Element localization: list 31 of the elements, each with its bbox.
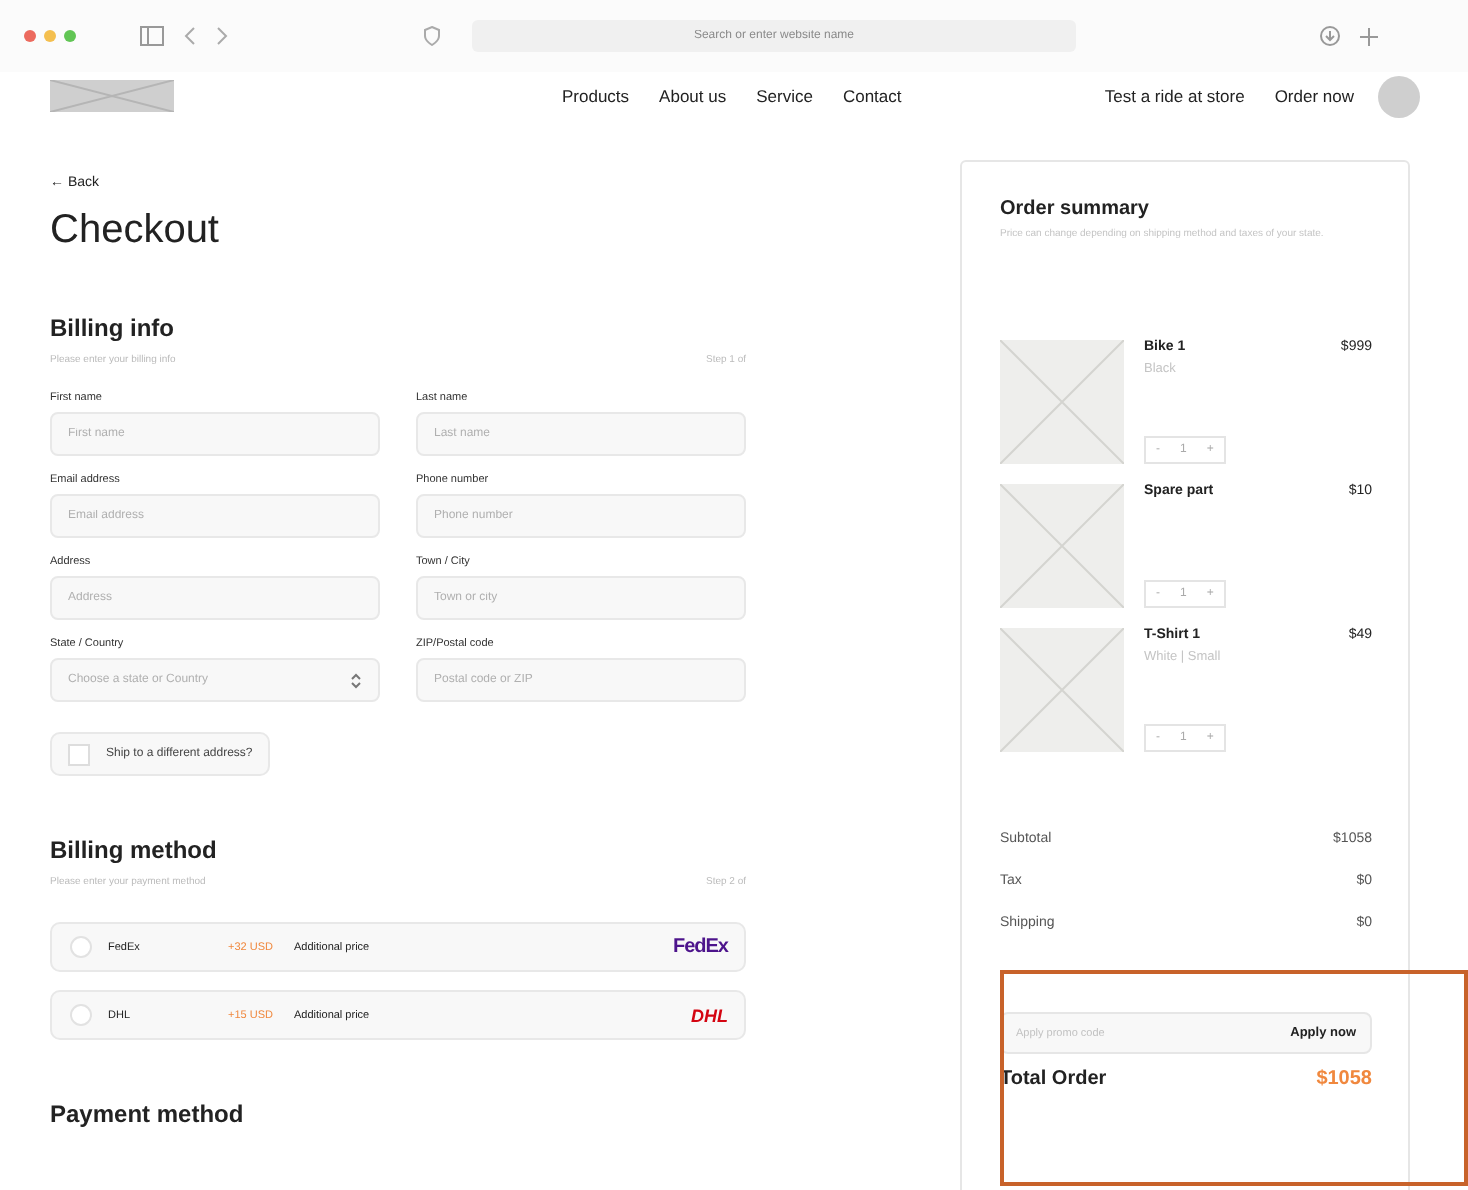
zoom-dot-icon[interactable] <box>64 30 76 42</box>
shield-icon[interactable] <box>424 26 440 46</box>
download-icon[interactable] <box>1320 26 1340 46</box>
grand-total-label: Total Order <box>1000 1068 1107 1091</box>
nav-link[interactable]: Order now <box>1274 86 1354 106</box>
nav-link[interactable]: Service <box>756 86 813 106</box>
section-heading: Payment method <box>50 1100 246 1128</box>
logo-placeholder[interactable] <box>50 80 174 112</box>
radio-button[interactable] <box>70 1004 92 1026</box>
minimize-dot-icon[interactable] <box>44 30 56 42</box>
page-title: Checkout <box>50 208 221 254</box>
grand-total-value: $1058 <box>1316 1068 1372 1091</box>
updown-icon <box>350 671 362 689</box>
sidebar-icon[interactable] <box>140 26 164 46</box>
section-heading: Billing info <box>50 314 176 342</box>
nav-link[interactable]: About us <box>659 86 727 106</box>
nav-link[interactable]: Contact <box>842 86 902 106</box>
section-heading: Billing method <box>50 836 219 864</box>
image-placeholder <box>1000 628 1124 753</box>
avatar[interactable] <box>1378 75 1420 117</box>
summary-heading: Order summary <box>1000 198 1151 220</box>
close-dot-icon[interactable] <box>24 30 36 42</box>
nav-link[interactable]: Products <box>562 86 630 106</box>
checkbox[interactable] <box>68 743 90 765</box>
plus-icon[interactable] <box>1360 27 1378 45</box>
carrier-logo: DHL <box>691 1005 728 1025</box>
nav-link[interactable]: Test a ride at store <box>1104 86 1245 106</box>
image-placeholder <box>1000 484 1124 609</box>
image-placeholder <box>1000 340 1124 465</box>
carrier-logo: FedEx <box>672 936 728 958</box>
radio-button[interactable] <box>70 936 92 958</box>
